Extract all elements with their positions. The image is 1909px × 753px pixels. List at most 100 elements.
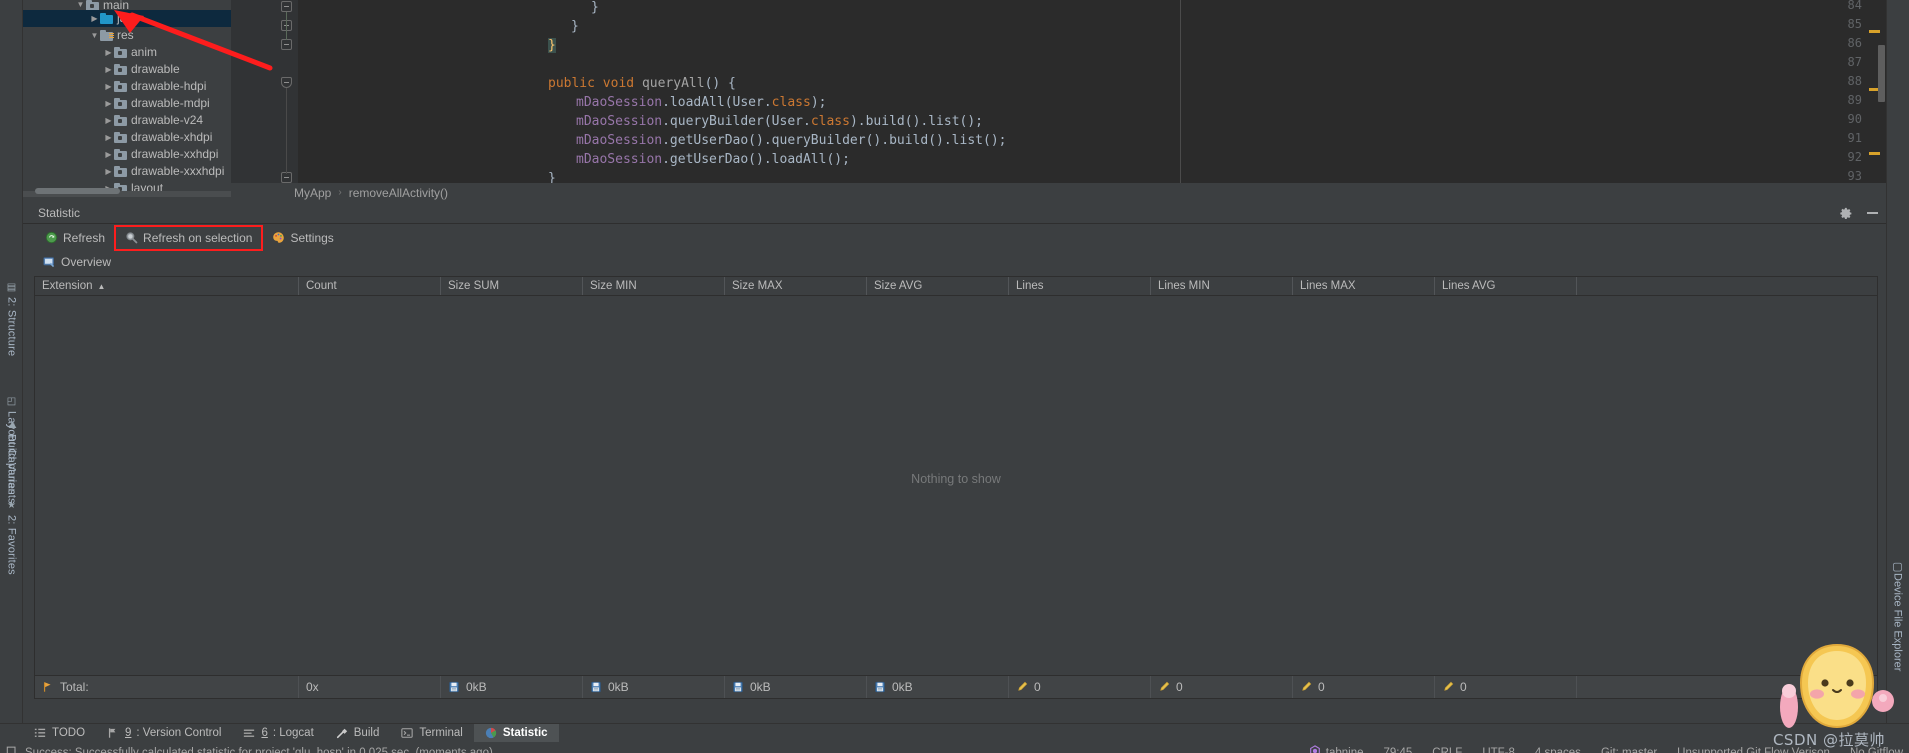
status-item-utf8[interactable]: UTF-8	[1482, 747, 1515, 753]
status-item-crlf[interactable]: CRLF	[1432, 747, 1462, 753]
fold-marker[interactable]	[281, 77, 292, 88]
chevron-right-icon[interactable]: ▶	[89, 10, 100, 27]
tree-item-drawable-xxhdpi[interactable]: ▶ drawable-xxhdpi	[23, 146, 231, 163]
chevron-down-icon[interactable]: ▼	[89, 27, 100, 44]
overview-tab[interactable]: Overview	[43, 252, 119, 272]
tree-item-drawable-xxxhdpi[interactable]: ▶ drawable-xxxhdpi	[23, 163, 231, 180]
breadcrumb-item-class[interactable]: MyApp	[294, 186, 331, 200]
status-item-gitmaster[interactable]: Git: master	[1601, 747, 1657, 753]
chevron-right-icon[interactable]: ▶	[103, 95, 114, 112]
bottom-tab-versioncontrol[interactable]: 9: Version Control	[96, 724, 232, 743]
tree-item-drawable-xhdpi[interactable]: ▶ drawable-xhdpi	[23, 129, 231, 146]
sidebar-item-favorites[interactable]: ★ 2: Favorites	[0, 500, 23, 595]
tree-hscroll-track[interactable]	[23, 188, 231, 197]
status-item-4spaces[interactable]: 4 spaces	[1535, 747, 1581, 753]
statistic-tool-window: Statistic Refresh Refresh on selection S…	[23, 202, 1886, 723]
build-hammer-icon	[336, 727, 349, 740]
bottom-tab-build[interactable]: Build	[325, 724, 391, 743]
table-column-header[interactable]: Size SUM	[441, 277, 583, 295]
status-item-7945[interactable]: 79:45	[1384, 747, 1413, 753]
status-bar: Success: Successfully calculated statist…	[0, 742, 1909, 753]
bottom-tab-todo[interactable]: TODO	[23, 724, 96, 743]
settings-button[interactable]: Settings	[264, 228, 341, 248]
empty-state-message: Nothing to show	[911, 472, 1001, 486]
ide-window: ▤ 2: Structure ◰ Layout Captures ⛰ Build…	[0, 0, 1909, 753]
refresh-button[interactable]: Refresh	[37, 228, 113, 248]
line-number: 92	[1847, 150, 1862, 164]
table-column-header[interactable]: Count	[299, 277, 441, 295]
sidebar-item-structure-label: 2: Structure	[5, 297, 18, 357]
chevron-down-icon[interactable]: ▼	[75, 0, 86, 10]
overview-icon	[43, 256, 56, 269]
pen-icon	[1016, 681, 1029, 694]
table-total-cell: 0kB	[583, 676, 725, 698]
folder-icon	[114, 132, 127, 143]
status-item-tabnine[interactable]: tabnine	[1309, 745, 1364, 753]
code-editor[interactable]: } } } public void queryAll() { mDaoSessi…	[231, 0, 1886, 183]
breadcrumb-item-method[interactable]: removeAllActivity()	[349, 186, 448, 200]
bottom-tab-mnemonic: 6	[261, 727, 268, 739]
structure-icon: ▤	[6, 282, 17, 294]
sidebar-item-structure[interactable]: ▤ 2: Structure	[0, 282, 23, 387]
bottom-tab-label: TODO	[52, 727, 86, 739]
table-total-cell-label: 0x	[306, 680, 319, 694]
table-total-row: Total: 0x 0kB 0kB 0kB 0kB 0 0 0 0	[34, 675, 1878, 699]
table-column-header-label: Extension	[42, 280, 93, 292]
tree-item-label: drawable-mdpi	[131, 96, 210, 110]
fold-guide-line	[286, 12, 287, 40]
tree-item-drawable-hdpi[interactable]: ▶ drawable-hdpi	[23, 78, 231, 95]
status-message-icon	[6, 745, 18, 753]
error-stripe-marker[interactable]	[1869, 30, 1880, 33]
chevron-right-icon[interactable]: ▶	[103, 146, 114, 163]
table-column-header[interactable]: Lines AVG	[1435, 277, 1577, 295]
chevron-right-icon[interactable]: ▶	[103, 78, 114, 95]
fold-marker[interactable]	[281, 39, 292, 50]
table-column-header[interactable]: Extension ▲	[35, 277, 299, 295]
table-column-header[interactable]: Lines MIN	[1151, 277, 1293, 295]
table-total-cell: 0	[1435, 676, 1577, 698]
table-header-row: Extension ▲ Count Size SUM Size MIN Size MAX S…	[35, 277, 1877, 296]
line-number: 91	[1847, 131, 1862, 145]
refresh-icon	[45, 231, 58, 244]
code-line-88: public void queryAll() {	[548, 76, 736, 91]
editor-vertical-scrollbar-thumb[interactable]	[1878, 45, 1885, 102]
gear-icon[interactable]	[1840, 207, 1853, 220]
folder-icon	[114, 115, 127, 126]
sidebar-item-favorites-label: 2: Favorites	[5, 515, 18, 576]
table-body[interactable]: Nothing to show	[35, 296, 1877, 674]
tabnine-icon	[1309, 745, 1321, 753]
code-line-89: mDaoSession.loadAll(User.class);	[576, 95, 827, 110]
chevron-right-icon[interactable]: ▶	[103, 129, 114, 146]
code-line-84: }	[591, 0, 599, 15]
chevron-right-icon[interactable]: ▶	[103, 112, 114, 129]
code-line-92: mDaoSession.getUserDao().loadAll();	[576, 152, 850, 167]
tree-item-drawable-mdpi[interactable]: ▶ drawable-mdpi	[23, 95, 231, 112]
table-total-cell-label: 0kB	[466, 680, 487, 694]
table-column-header[interactable]: Size MAX	[725, 277, 867, 295]
tree-item-drawable-v24[interactable]: ▶ drawable-v24	[23, 112, 231, 129]
tree-item-label: drawable-xxhdpi	[131, 147, 219, 161]
bottom-tab-terminal[interactable]: Terminal	[390, 724, 473, 743]
table-column-header[interactable]: Lines	[1009, 277, 1151, 295]
pen-icon	[1442, 681, 1455, 694]
table-column-header[interactable]: Size MIN	[583, 277, 725, 295]
pen-icon	[1158, 681, 1171, 694]
table-total-cell-label: 0	[1460, 680, 1467, 694]
todo-icon	[34, 727, 47, 740]
status-message[interactable]: Success: Successfully calculated statist…	[25, 747, 493, 753]
table-column-header[interactable]: Lines MAX	[1293, 277, 1435, 295]
statistic-icon	[485, 727, 498, 740]
statistic-table[interactable]: Extension ▲ Count Size SUM Size MIN Size MAX S…	[34, 276, 1878, 675]
table-column-header-label: Lines	[1016, 280, 1044, 292]
refresh-on-selection-button[interactable]: Refresh on selection	[114, 224, 264, 251]
error-stripe-marker[interactable]	[1869, 152, 1880, 155]
flag-icon	[42, 681, 55, 694]
sort-ascending-icon: ▲	[97, 282, 106, 291]
chevron-right-icon[interactable]: ▶	[103, 163, 114, 180]
fold-marker[interactable]	[281, 1, 292, 12]
tree-hscroll-thumb[interactable]	[35, 188, 120, 194]
table-column-header[interactable]: Size AVG	[867, 277, 1009, 295]
bottom-tab-logcat[interactable]: 6: Logcat	[232, 724, 324, 743]
bottom-tab-statistic[interactable]: Statistic	[473, 723, 559, 743]
minimize-icon[interactable]	[1867, 212, 1878, 214]
